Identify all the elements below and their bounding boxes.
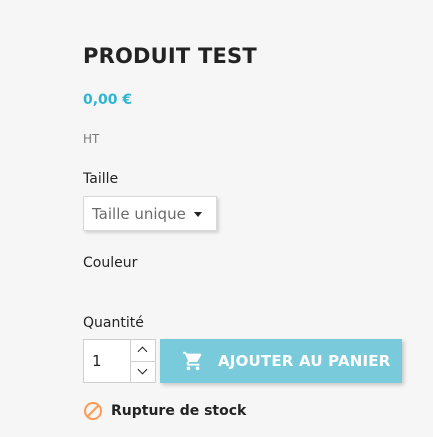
caret-down-icon: [194, 212, 202, 217]
availability-status: Rupture de stock: [83, 401, 283, 421]
cart-icon: [182, 351, 202, 371]
quantity-buttons: [130, 340, 155, 382]
size-label: Taille: [83, 171, 119, 187]
product-price: 0,00 €: [83, 92, 133, 108]
add-to-cart-button[interactable]: AJOUTER AU PANIER: [160, 339, 402, 383]
size-select[interactable]: Taille unique: [83, 196, 217, 231]
chevron-up-icon: [137, 346, 148, 357]
unavailable-icon: [84, 402, 102, 420]
quantity-label: Quantité: [83, 315, 144, 331]
add-to-cart-label: AJOUTER AU PANIER: [218, 352, 391, 370]
availability-label: Rupture de stock: [111, 403, 247, 419]
quantity-input[interactable]: 1: [92, 352, 102, 370]
color-label: Couleur: [83, 255, 138, 271]
tax-label: HT: [83, 132, 100, 146]
quantity-increase-button[interactable]: [131, 340, 155, 362]
quantity-stepper[interactable]: 1: [83, 339, 156, 383]
chevron-down-icon: [137, 364, 148, 375]
size-selected-value: Taille unique: [92, 205, 186, 223]
product-title: PRODUIT TEST: [83, 44, 257, 68]
quantity-decrease-button[interactable]: [131, 361, 155, 382]
